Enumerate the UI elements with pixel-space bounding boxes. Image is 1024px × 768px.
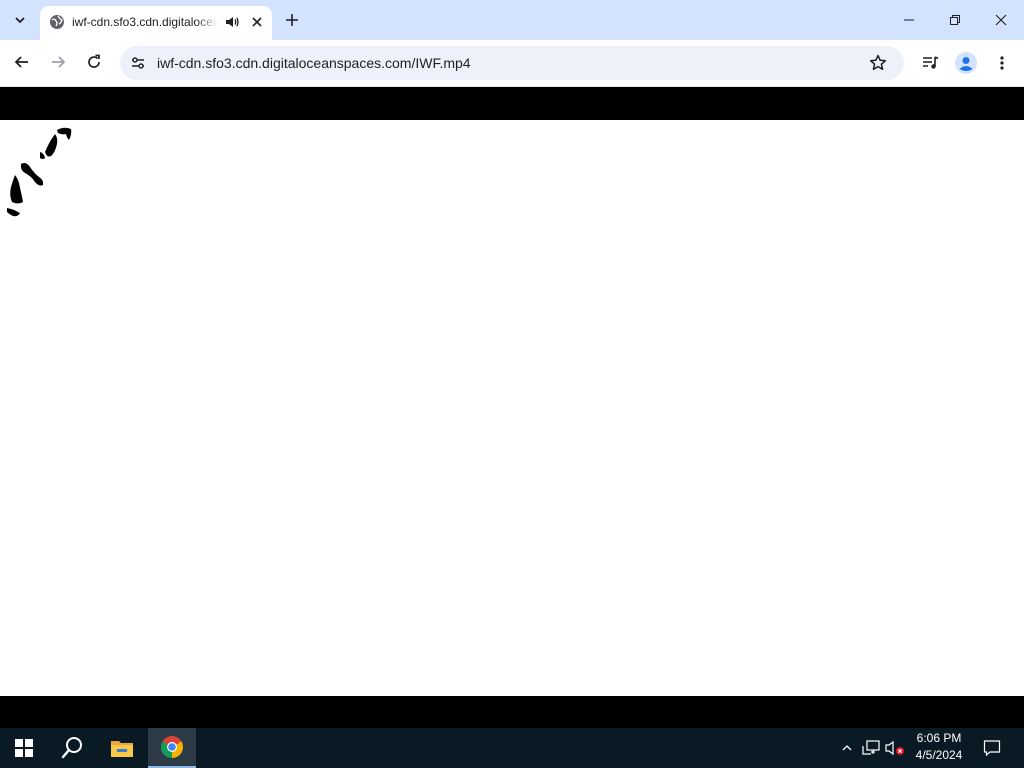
tab-search-button[interactable] bbox=[7, 7, 33, 33]
reload-icon bbox=[88, 54, 100, 68]
url-text[interactable]: iwf-cdn.sfo3.cdn.digitaloceanspaces.com/… bbox=[157, 55, 471, 71]
video-frame-ink-marks bbox=[7, 127, 72, 217]
close-tab-icon[interactable] bbox=[248, 13, 266, 31]
clock-date: 4/5/2024 bbox=[915, 748, 963, 762]
file-explorer-button[interactable] bbox=[98, 728, 146, 768]
tab-strip: iwf-cdn.sfo3.cdn.digitaloceanspaces.com/… bbox=[0, 0, 1024, 40]
clock-time: 6:06 PM bbox=[916, 731, 962, 745]
chevron-up-icon bbox=[842, 745, 852, 751]
network-tray-button[interactable] bbox=[860, 728, 882, 768]
new-tab-icon[interactable] bbox=[282, 10, 302, 30]
windows-start-icon bbox=[15, 739, 33, 757]
media-control-icon bbox=[923, 56, 939, 69]
back-button[interactable] bbox=[8, 48, 36, 76]
restore-button[interactable] bbox=[932, 0, 978, 40]
show-hidden-icons-button[interactable] bbox=[838, 728, 856, 768]
tab-title: iwf-cdn.sfo3.cdn.digitaloceanspaces.com/… bbox=[72, 15, 218, 29]
arrow-left-icon bbox=[14, 56, 28, 68]
tune-icon bbox=[132, 57, 144, 69]
close-window-button[interactable] bbox=[978, 0, 1024, 40]
chrome-taskbar-button[interactable] bbox=[148, 728, 196, 768]
avatar-icon bbox=[955, 52, 977, 74]
notification-icon bbox=[983, 740, 1001, 757]
site-info-button[interactable] bbox=[126, 51, 150, 75]
volume-tray-button[interactable] bbox=[884, 728, 906, 768]
reload-button[interactable] bbox=[80, 48, 108, 76]
bookmark-star-icon[interactable] bbox=[868, 53, 888, 73]
more-vertical-icon bbox=[1000, 56, 1004, 70]
search-icon bbox=[61, 737, 82, 759]
browser-toolbar: iwf-cdn.sfo3.cdn.digitaloceanspaces.com/… bbox=[0, 40, 1024, 87]
arrow-right-icon bbox=[52, 56, 66, 68]
profile-button[interactable] bbox=[954, 51, 978, 75]
browser-menu-button[interactable] bbox=[990, 51, 1014, 75]
windows-taskbar: 6:06 PM 4/5/2024 bbox=[0, 728, 1024, 768]
forward-button[interactable] bbox=[44, 48, 72, 76]
video-letterbox-top bbox=[0, 87, 1024, 120]
globe-icon bbox=[50, 15, 64, 29]
file-explorer-icon bbox=[111, 741, 133, 757]
speaker-icon[interactable] bbox=[224, 14, 240, 30]
chevron-down-icon bbox=[15, 17, 25, 24]
minimize-icon bbox=[904, 19, 914, 21]
volume-muted-icon bbox=[885, 740, 904, 756]
video-player[interactable] bbox=[0, 87, 1024, 728]
start-button[interactable] bbox=[0, 728, 48, 768]
chrome-icon bbox=[161, 736, 183, 758]
active-tab[interactable]: iwf-cdn.sfo3.cdn.digitaloceanspaces.com/… bbox=[40, 6, 272, 40]
taskbar-clock[interactable]: 6:06 PM 4/5/2024 bbox=[908, 730, 970, 766]
taskbar-search-button[interactable] bbox=[48, 728, 96, 768]
restore-icon bbox=[950, 15, 960, 25]
address-bar[interactable]: iwf-cdn.sfo3.cdn.digitaloceanspaces.com/… bbox=[120, 46, 904, 80]
action-center-button[interactable] bbox=[978, 728, 1006, 768]
minimize-button[interactable] bbox=[886, 0, 932, 40]
close-icon bbox=[995, 14, 1007, 26]
network-icon bbox=[862, 740, 880, 755]
video-letterbox-bottom bbox=[0, 696, 1024, 728]
media-controls-button[interactable] bbox=[918, 51, 942, 75]
